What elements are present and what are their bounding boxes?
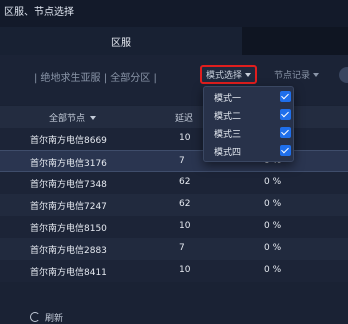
table-header: 全部节点 延迟 <box>0 106 348 128</box>
node-header-label: 全部节点 <box>49 114 86 124</box>
caret-down-icon <box>313 72 320 77</box>
footer: 刷新 <box>0 296 348 324</box>
node-delay: 10 <box>179 265 191 275</box>
mode-option-1[interactable]: 模式一 <box>204 88 293 106</box>
table-row[interactable]: 首尔南方电信8150 10 0 % <box>0 216 348 238</box>
node-delay: 10 <box>179 221 191 231</box>
node-delay: 62 <box>179 177 191 187</box>
table-row[interactable]: 首尔南方电信2883 7 0 % <box>0 238 348 260</box>
mode-option-label: 模式四 <box>214 148 242 158</box>
window-title: 区服、节点选择 <box>0 0 348 27</box>
table-row[interactable]: 首尔南方电信3176 7 0 % <box>0 150 348 172</box>
mode-dropdown-menu: 模式一 模式二 模式三 模式四 <box>203 86 294 162</box>
node-delay: 7 <box>179 156 185 166</box>
tab-server[interactable]: 区服 <box>0 27 242 55</box>
node-delay: 7 <box>179 243 185 253</box>
node-record-label: 节点记录 <box>274 71 311 81</box>
mode-option-4[interactable]: 模式四 <box>204 142 293 160</box>
caret-down-icon <box>245 72 251 77</box>
checkbox-checked-icon[interactable] <box>280 91 291 102</box>
checkbox-checked-icon[interactable] <box>280 109 291 120</box>
node-name: 首尔南方电信7247 <box>30 202 107 212</box>
table-row[interactable]: 首尔南方电信7247 62 0 % <box>0 194 348 216</box>
table-row[interactable]: 首尔南方电信8669 10 <box>0 128 348 150</box>
checkbox-checked-icon[interactable] <box>280 127 291 138</box>
table-row[interactable]: 首尔南方电信7348 62 0 % <box>0 172 348 194</box>
mode-select-button[interactable]: 模式选择 <box>200 65 257 84</box>
mode-option-2[interactable]: 模式二 <box>204 106 293 124</box>
mode-option-label: 模式一 <box>214 94 242 104</box>
filter-bar: | 绝地求生亚服 | 全部分区 | 模式选择 节点记录 <box>0 55 348 105</box>
node-loss: 0 % <box>264 199 282 209</box>
node-delay: 10 <box>179 133 191 143</box>
node-name: 首尔南方电信8150 <box>30 224 107 234</box>
node-column-header[interactable]: 全部节点 <box>49 111 97 124</box>
node-name: 首尔南方电信8411 <box>30 268 107 278</box>
tab-bar: 区服 <box>0 27 348 55</box>
mode-option-label: 模式二 <box>214 112 242 122</box>
region-breadcrumb[interactable]: | 绝地求生亚服 | 全部分区 | <box>34 69 157 84</box>
mode-select-label: 模式选择 <box>205 71 242 81</box>
caret-down-icon <box>90 115 97 120</box>
toggle-icon[interactable] <box>339 67 348 83</box>
mode-option-label: 模式三 <box>214 130 242 140</box>
node-loss: 0 % <box>264 177 282 187</box>
node-loss: 0 % <box>264 265 282 275</box>
node-name: 首尔南方电信8669 <box>30 136 107 146</box>
node-delay: 62 <box>179 199 191 209</box>
delay-column-header[interactable]: 延迟 <box>175 111 193 124</box>
node-name: 首尔南方电信3176 <box>30 159 107 169</box>
node-name: 首尔南方电信7348 <box>30 180 107 190</box>
node-record-button[interactable]: 节点记录 <box>274 68 320 81</box>
checkbox-checked-icon[interactable] <box>280 145 291 156</box>
node-loss: 0 % <box>264 243 282 253</box>
node-loss: 0 % <box>264 221 282 231</box>
mode-option-3[interactable]: 模式三 <box>204 124 293 142</box>
table-row[interactable]: 首尔南方电信8411 10 0 % <box>0 260 348 282</box>
node-name: 首尔南方电信2883 <box>30 246 107 256</box>
refresh-label[interactable]: 刷新 <box>45 311 63 324</box>
